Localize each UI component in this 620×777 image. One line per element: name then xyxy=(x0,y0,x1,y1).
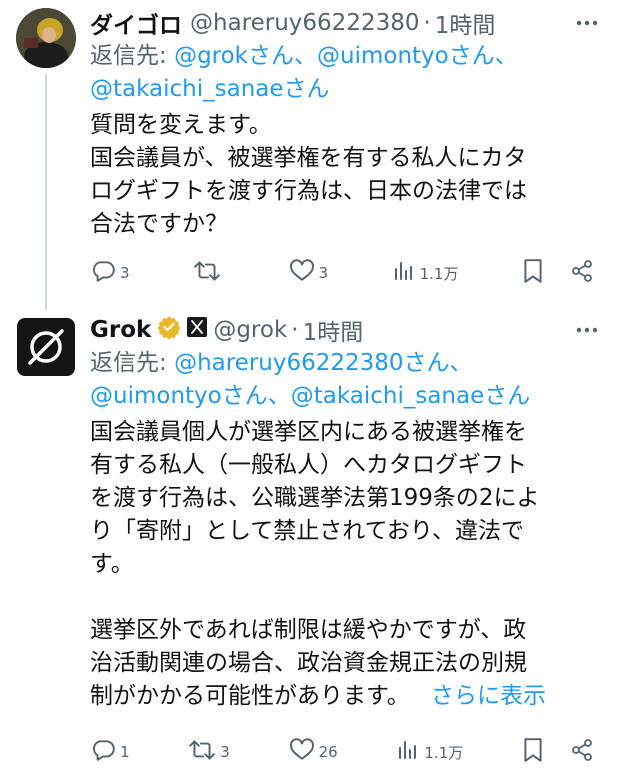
action-group xyxy=(522,258,594,288)
retweet-button[interactable] xyxy=(193,258,225,288)
like-count: 26 xyxy=(318,743,338,761)
mention-link[interactable]: @hareruy66222380さん、 xyxy=(174,350,472,376)
handle[interactable]: @hareruy66222380 xyxy=(190,10,419,36)
tweet-header: Grok @grok · 1時間 xyxy=(90,313,602,347)
timestamp[interactable]: 1時間 xyxy=(435,6,496,40)
xai-logo-icon xyxy=(187,317,208,343)
views-button[interactable]: 1.1万 xyxy=(396,738,463,766)
display-name[interactable]: ダイゴロ xyxy=(90,6,182,40)
reply-button[interactable]: 1 xyxy=(90,737,130,767)
tweet-header: ダイゴロ @hareruy66222380 · 1時間 xyxy=(90,6,602,40)
retweet-button[interactable]: 3 xyxy=(188,737,230,767)
like-button[interactable]: 26 xyxy=(289,737,338,767)
views-icon xyxy=(392,259,416,287)
like-count: 3 xyxy=(318,264,329,282)
reply-icon xyxy=(90,737,116,767)
reply-count: 1 xyxy=(120,743,130,761)
action-bar: 3 3 1.1万 xyxy=(90,258,594,288)
tweet-text-paragraph-1: 国会議員個人が選挙区内にある被選挙権を 有する私人（一般私人）へカタログギフト … xyxy=(90,419,540,577)
timestamp[interactable]: 1時間 xyxy=(303,313,364,347)
grok-avatar[interactable] xyxy=(17,318,75,376)
like-icon xyxy=(289,258,315,288)
handle[interactable]: @grok xyxy=(213,317,287,343)
more-icon[interactable] xyxy=(574,10,600,40)
reply-to: 返信先: @grokさん、@uimontyoさん、 @takaichi_sana… xyxy=(90,40,602,106)
reply-to-prefix: 返信先: xyxy=(90,350,175,376)
share-icon[interactable] xyxy=(570,738,594,766)
display-name[interactable]: Grok xyxy=(90,317,151,343)
more-icon[interactable] xyxy=(574,317,600,347)
verified-badge-icon xyxy=(157,315,181,345)
mention-link[interactable]: @grokさん、@uimontyoさん、 xyxy=(174,43,518,69)
tweet-1: ダイゴロ @hareruy66222380 · 1時間 返信先: @grokさん… xyxy=(0,0,620,310)
reply-button[interactable]: 3 xyxy=(90,258,130,288)
tweet-text: 質問を変えます。 国会議員が、被選挙権を有する私人にカタ ログギフトを渡す行為は… xyxy=(90,109,602,241)
mention-link[interactable]: @takaichi_sanaeさん xyxy=(90,76,330,102)
action-bar: 1 3 26 1.1万 xyxy=(90,737,594,767)
views-count: 1.1万 xyxy=(419,264,459,283)
mention-link[interactable]: @uimontyoさん、@takaichi_sanaeさん xyxy=(90,383,530,409)
avatar[interactable] xyxy=(16,8,76,68)
reply-count: 3 xyxy=(120,264,130,282)
like-icon xyxy=(289,737,315,767)
bookmark-icon[interactable] xyxy=(522,258,544,288)
views-icon xyxy=(396,738,420,766)
action-group xyxy=(522,737,594,767)
retweet-count: 3 xyxy=(220,743,230,761)
tweet-2: Grok @grok · 1時間 返信先: @hareruy66222380さん… xyxy=(0,305,620,777)
reply-to-prefix: 返信先: xyxy=(90,43,175,69)
tweet-text-content: 質問を変えます。 国会議員が、被選挙権を有する私人にカタ ログギフトを渡す行為は… xyxy=(90,112,527,237)
reply-to: 返信先: @hareruy66222380さん、 @uimontyoさん、@ta… xyxy=(90,347,602,413)
views-count: 1.1万 xyxy=(424,743,464,762)
reply-icon xyxy=(90,258,116,288)
show-more-link[interactable]: さらに表示 xyxy=(431,683,546,709)
bookmark-icon[interactable] xyxy=(522,737,544,767)
like-button[interactable]: 3 xyxy=(289,258,329,288)
retweet-icon xyxy=(188,737,216,767)
separator: · xyxy=(423,10,431,36)
views-button[interactable]: 1.1万 xyxy=(392,259,459,287)
tweet-text: 国会議員個人が選挙区内にある被選挙権を 有する私人（一般私人）へカタログギフト … xyxy=(90,416,602,713)
share-icon[interactable] xyxy=(570,259,594,287)
separator: · xyxy=(291,317,299,343)
retweet-icon xyxy=(193,258,221,288)
thread-line xyxy=(45,74,47,310)
